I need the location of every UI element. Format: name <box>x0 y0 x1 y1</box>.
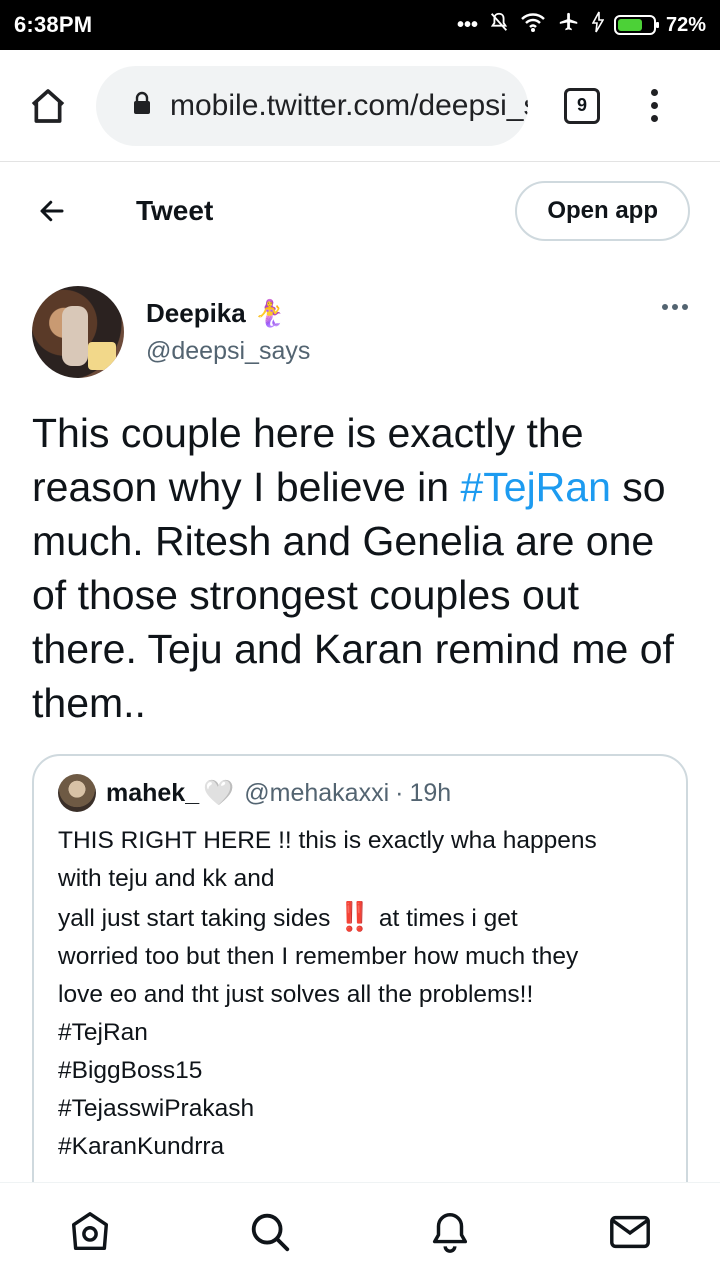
address-bar[interactable]: mobile.twitter.com/deepsi_says <box>96 65 528 146</box>
menu-dot <box>650 115 658 122</box>
author-info: Deepika 🧜‍♀️ @deepsi_says <box>146 298 310 366</box>
back-button[interactable] <box>32 191 72 231</box>
more-notifications-icon: ••• <box>456 13 478 36</box>
quoted-timestamp: 19h <box>409 778 452 807</box>
double-exclamation-emoji-icon: ‼️ <box>337 901 373 932</box>
author-handle[interactable]: @deepsi_says <box>146 337 310 366</box>
nav-notifications-button[interactable] <box>422 1204 478 1260</box>
author-avatar[interactable] <box>32 286 124 378</box>
lock-icon <box>132 91 152 120</box>
silent-bell-icon <box>488 11 510 39</box>
tweet-page-header: Tweet Open app <box>0 176 720 246</box>
home-outline-icon <box>31 88 65 123</box>
tab-switcher-button[interactable]: 9 <box>564 87 600 124</box>
quote-line-part: yall just start taking sides <box>58 905 331 932</box>
menu-dot <box>650 89 658 96</box>
messages-envelope-icon <box>610 1215 650 1248</box>
quoted-separator: · <box>395 778 404 807</box>
browser-menu-button[interactable] <box>644 89 664 122</box>
quoted-tweet[interactable]: mahek_ 🤍 @mehakaxxi · 19h THIS RIGHT HER… <box>32 754 688 1214</box>
quoted-author-name: mahek_ <box>106 778 200 807</box>
quote-line: love eo and tht just solves all the prob… <box>58 981 534 1008</box>
bottom-navigation <box>0 1182 720 1280</box>
more-options-button[interactable] <box>662 304 688 310</box>
status-time: 6:38PM <box>14 12 93 37</box>
airplane-mode-icon <box>556 11 582 39</box>
status-bar: 6:38PM ••• 72% <box>0 0 720 50</box>
charging-icon <box>591 11 605 39</box>
menu-dot <box>650 102 658 109</box>
back-arrow-icon <box>40 200 64 222</box>
wifi-icon <box>520 11 546 39</box>
quoted-author-handle: @mehakaxxi <box>244 778 390 807</box>
quote-line-part: at times i get <box>378 905 518 932</box>
hashtag-link[interactable]: #TejRan <box>460 464 610 510</box>
nav-search-button[interactable] <box>242 1204 298 1260</box>
quote-line: yall just start taking sides ‼️ at times… <box>58 898 662 938</box>
more-dot <box>662 304 668 310</box>
quote-line: with teju and kk and <box>58 865 275 892</box>
url-text: mobile.twitter.com/deepsi_says <box>170 88 528 122</box>
page-title: Tweet <box>136 195 214 226</box>
more-dot <box>682 304 688 310</box>
nav-home-button[interactable] <box>62 1204 118 1260</box>
white-heart-emoji-icon: 🤍 <box>203 778 235 807</box>
quote-hashtag: #TejRan <box>58 1019 148 1046</box>
battery-percent: 72% <box>665 13 706 36</box>
status-icons: ••• 72% <box>457 11 706 39</box>
author-name-row[interactable]: Deepika 🧜‍♀️ <box>146 298 310 329</box>
browser-home-button[interactable] <box>18 76 78 136</box>
quoted-tweet-header: mahek_ 🤍 @mehakaxxi · 19h <box>58 774 662 812</box>
quote-hashtag: #TejasswiPrakash <box>58 1095 255 1122</box>
author-name: Deepika <box>146 298 246 328</box>
quote-line: worried too but then I remember how much… <box>58 943 579 970</box>
quote-hashtag: #KaranKundrra <box>58 1133 225 1160</box>
notifications-bell-icon <box>432 1212 468 1253</box>
browser-toolbar: mobile.twitter.com/deepsi_says 9 <box>0 50 720 162</box>
battery-icon <box>613 15 659 35</box>
home-icon <box>71 1211 109 1250</box>
more-dot <box>672 304 678 310</box>
nav-messages-button[interactable] <box>602 1204 658 1260</box>
search-icon <box>251 1213 290 1251</box>
tweet-author: Deepika 🧜‍♀️ @deepsi_says <box>32 284 688 380</box>
quoted-tweet-text: THIS RIGHT HERE !! this is exactly wha h… <box>58 822 662 1166</box>
quote-hashtag: #BiggBoss15 <box>58 1057 203 1084</box>
quote-line: THIS RIGHT HERE !! this is exactly wha h… <box>58 827 597 854</box>
quoted-author-avatar <box>58 774 96 812</box>
open-app-button[interactable]: Open app <box>515 181 690 241</box>
tweet-text: This couple here is exactly the reason w… <box>32 406 688 730</box>
mermaid-emoji-icon: 🧜‍♀️ <box>253 298 287 328</box>
